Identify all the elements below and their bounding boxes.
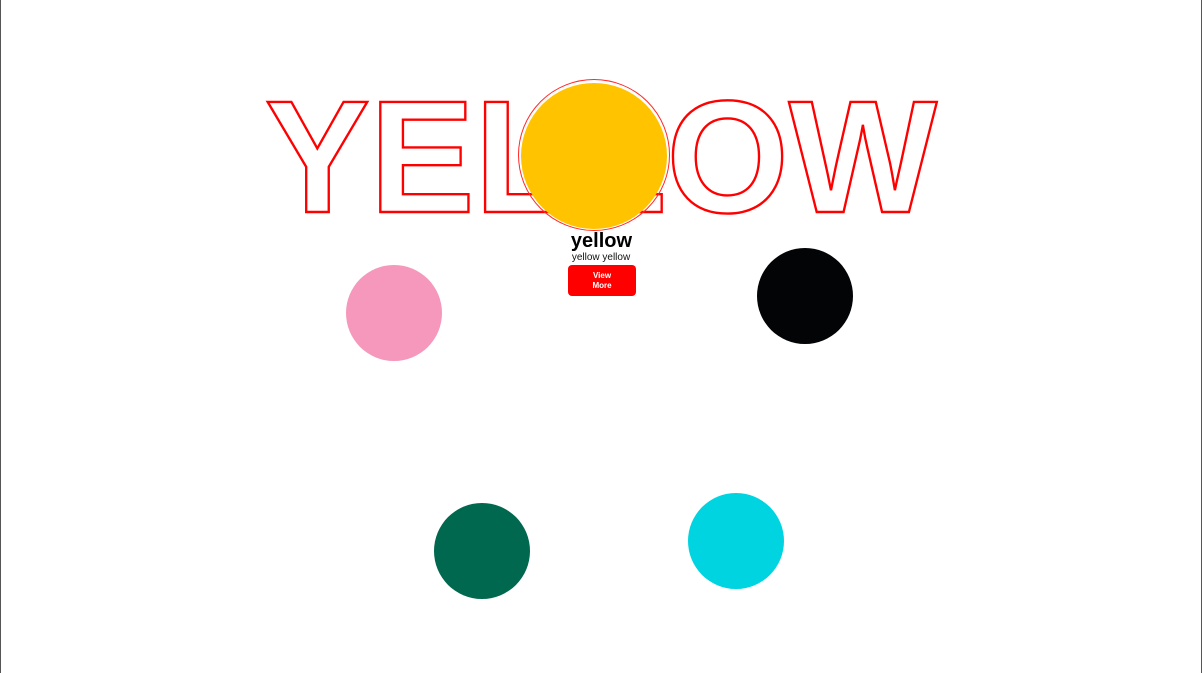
hero-yellow-circle[interactable]: [521, 83, 667, 229]
color-dot-pink[interactable]: [346, 265, 442, 361]
color-dot-green[interactable]: [434, 503, 530, 599]
page-canvas: YELLOW yellow yellow yellow View More: [0, 0, 1202, 673]
hero-subtitle: yellow yellow: [571, 252, 631, 263]
view-more-button[interactable]: View More: [568, 265, 636, 296]
color-dot-cyan[interactable]: [688, 493, 784, 589]
color-dot-black[interactable]: [757, 248, 853, 344]
hero-title: yellow: [570, 230, 633, 252]
hero-label: yellow yellow yellow: [521, 230, 683, 264]
